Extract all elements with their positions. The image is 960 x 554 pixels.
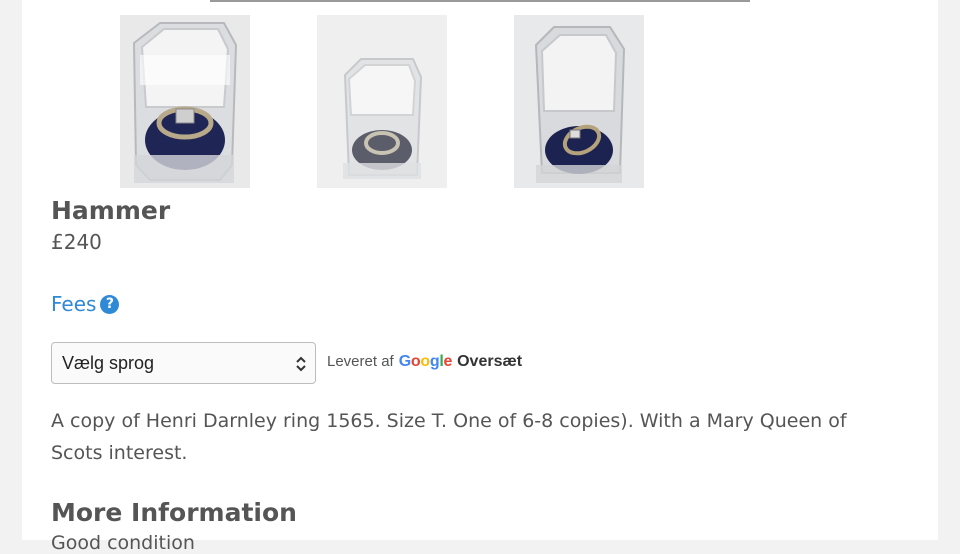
google-logo-letter: o: [420, 353, 430, 370]
language-select-value: Vælg sprog: [62, 353, 155, 373]
lot-description: A copy of Henri Darnley ring 1565. Size …: [51, 410, 847, 464]
lot-title: Hammer: [51, 196, 171, 225]
language-select[interactable]: Vælg sprog: [51, 342, 316, 384]
powered-by-text: Leveret af: [327, 353, 394, 370]
ring-photo-3[interactable]: [514, 15, 644, 188]
translate-link[interactable]: Oversæt: [457, 353, 522, 371]
google-logo-letter: e: [443, 353, 453, 370]
ring-photo-1[interactable]: [120, 15, 250, 188]
google-translate-attribution: Leveret af Google Oversæt: [327, 353, 522, 371]
lot-price: £240: [51, 230, 102, 254]
google-logo-letter: G: [398, 353, 411, 370]
top-divider: [210, 0, 750, 2]
google-logo-letter: g: [429, 353, 440, 370]
ring-photo-2[interactable]: [317, 15, 447, 188]
chevron-up-down-icon: [296, 356, 306, 372]
google-logo: Google: [398, 353, 453, 371]
question-circle-icon[interactable]: ?: [100, 294, 120, 314]
fees-label: Fees: [51, 292, 97, 316]
google-logo-letter: o: [410, 353, 421, 370]
more-information-first-line: Good condition: [51, 532, 195, 554]
fees-link[interactable]: Fees ?: [51, 292, 120, 316]
more-information-heading: More Information: [51, 498, 297, 527]
